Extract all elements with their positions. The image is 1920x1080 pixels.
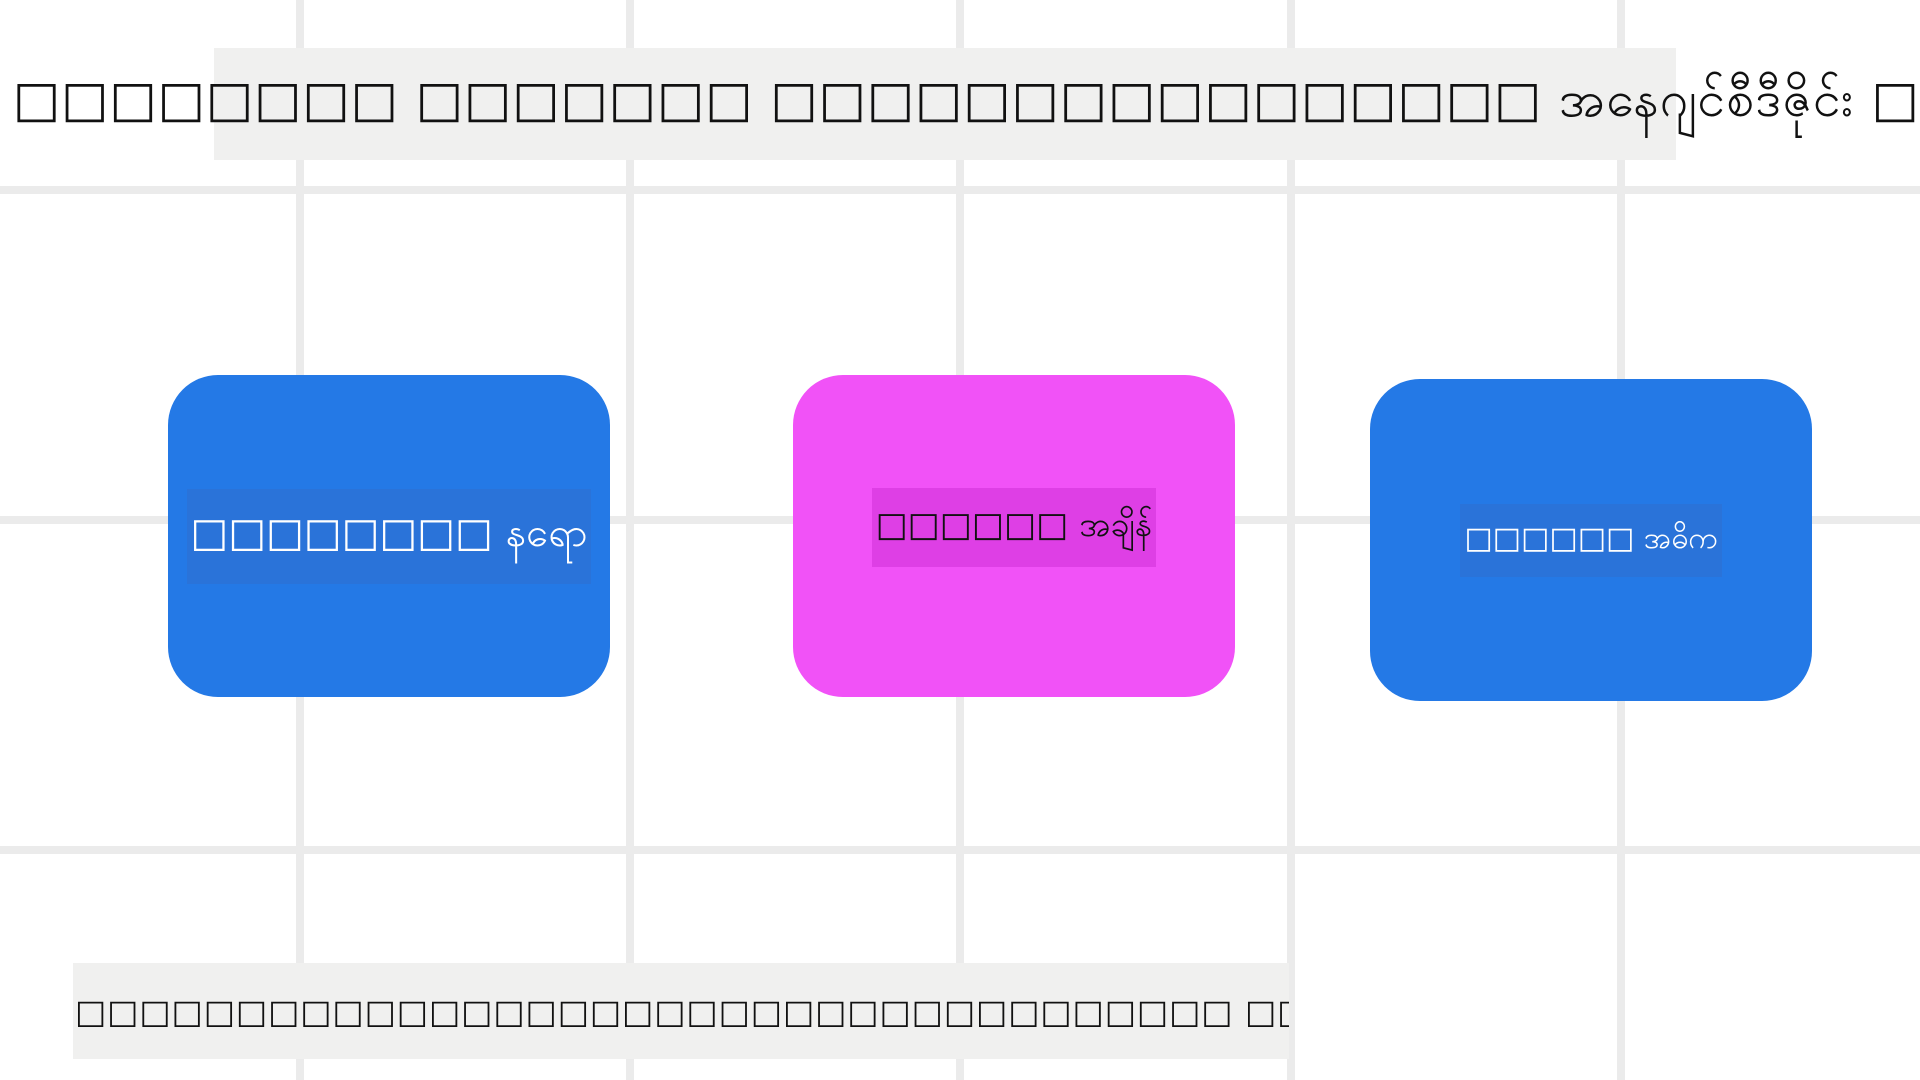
grid-line-horizontal [0, 186, 1920, 194]
diagram-canvas: □□□ □□□□□□□□ □□□□□□□ □□□□□□□□□□□□□□□□ အန… [0, 0, 1920, 1080]
grid-line-horizontal [0, 846, 1920, 854]
grid-line-vertical [1287, 0, 1295, 1080]
diagram-node-3[interactable]: □□□□□□ အဓိက [1370, 379, 1812, 701]
diagram-node-1-label: □□□□□□□□ နရော [186, 488, 592, 584]
diagram-node-2-label: □□□□□□ အချိန် [871, 487, 1157, 567]
diagram-title: □□□ □□□□□□□□ □□□□□□□ □□□□□□□□□□□□□□□□ အန… [0, 69, 1920, 128]
grid-line-vertical [626, 0, 634, 1080]
diagram-node-2[interactable]: □□□□□□ အချိန် [793, 375, 1235, 697]
diagram-node-3-label: □□□□□□ အဓိက [1460, 503, 1722, 577]
diagram-footer-bar: □□□□□□□□□□□□□□□□□□□□□□□□□□□□□□□□□□□□ □□□… [73, 963, 1289, 1059]
diagram-node-1[interactable]: □□□□□□□□ နရော [168, 375, 610, 697]
diagram-footer: □□□□□□□□□□□□□□□□□□□□□□□□□□□□□□□□□□□□ □□□… [75, 991, 1289, 1031]
diagram-title-bar: □□□ □□□□□□□□ □□□□□□□ □□□□□□□□□□□□□□□□ အန… [0, 48, 1920, 160]
